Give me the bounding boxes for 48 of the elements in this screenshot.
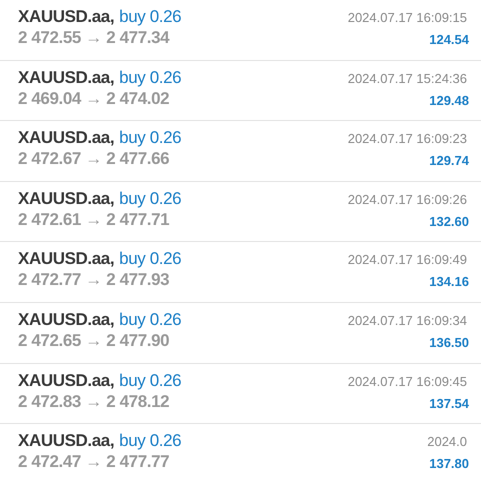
trade-time: 2024.07.17 16:09:49 <box>348 252 467 268</box>
order-label: buy 0.26 <box>119 370 182 391</box>
trade-time: 2024.07.17 16:09:45 <box>348 374 467 390</box>
trade-time: 2024.07.17 16:09:26 <box>348 192 467 208</box>
price-range: 2 472.47 → 2 477.77 <box>18 451 170 472</box>
symbol-label: XAUUSD.aa, <box>18 308 114 330</box>
symbol-label: XAUUSD.aa, <box>18 6 114 27</box>
profit-value: 132.60 <box>429 214 469 230</box>
price-range: 2 469.04 → 2 474.02 <box>18 88 170 109</box>
trade-row[interactable]: XAUUSD.aa, buy 0.26 2 472.55 → 2 477.34 2024.07.17 16:09:15 124.54 <box>0 0 481 61</box>
trade-row[interactable]: XAUUSD.aa, buy 0.26 2 472.83 → 2 478.12 2024.07.17 16:09:45 137.54 <box>0 364 481 424</box>
trade-time: 2024.0 <box>427 434 467 450</box>
profit-value: 134.16 <box>429 274 469 290</box>
trade-row[interactable]: XAUUSD.aa, buy 0.26 2 472.67 → 2 477.66 2024.07.17 16:09:23 129.74 <box>0 121 481 182</box>
profit-value: 124.54 <box>429 32 469 48</box>
profit-value: 137.54 <box>429 396 469 412</box>
symbol-label: XAUUSD.aa, <box>18 127 114 148</box>
profit-value: 136.50 <box>429 334 469 351</box>
symbol-label: XAUUSD.aa, <box>18 66 114 88</box>
order-label: buy 0.26 <box>119 6 182 27</box>
order-label: buy 0.26 <box>119 188 182 209</box>
trade-time: 2024.07.17 16:09:15 <box>348 10 467 26</box>
profit-value: 129.74 <box>429 153 469 170</box>
trade-time: 2024.07.17 16:09:23 <box>348 131 467 148</box>
trade-time: 2024.07.17 15:24:36 <box>348 70 467 87</box>
symbol-label: XAUUSD.aa, <box>18 430 114 452</box>
profit-value: 129.48 <box>429 92 469 109</box>
price-range: 2 472.61 → 2 477.71 <box>18 208 170 230</box>
price-range: 2 472.65 → 2 477.90 <box>18 330 170 351</box>
trade-row[interactable]: XAUUSD.aa, buy 0.26 2 472.47 → 2 477.77 2024.0 137.80 <box>0 424 481 481</box>
order-label: buy 0.26 <box>119 430 182 452</box>
symbol-label: XAUUSD.aa, <box>18 370 114 391</box>
symbol-label: XAUUSD.aa, <box>18 188 114 209</box>
trade-row[interactable]: XAUUSD.aa, buy 0.26 2 469.04 → 2 474.02 2024.07.17 15:24:36 129.48 <box>0 60 481 122</box>
profit-value: 137.80 <box>429 456 469 472</box>
order-label: buy 0.26 <box>119 308 182 330</box>
price-range: 2 472.55 → 2 477.34 <box>18 27 170 48</box>
trade-time: 2024.07.17 16:09:34 <box>348 312 467 329</box>
price-range: 2 472.83 → 2 478.12 <box>18 390 170 412</box>
trade-row[interactable]: XAUUSD.aa, buy 0.26 2 472.61 → 2 477.71 2024.07.17 16:09:26 132.60 <box>0 182 481 242</box>
price-range: 2 472.67 → 2 477.66 <box>18 148 170 170</box>
trade-row[interactable]: XAUUSD.aa, buy 0.26 2 472.65 → 2 477.90 2024.07.17 16:09:34 136.50 <box>0 302 481 364</box>
order-label: buy 0.26 <box>119 127 182 148</box>
price-range: 2 472.77 → 2 477.93 <box>18 269 170 290</box>
trade-row[interactable]: XAUUSD.aa, buy 0.26 2 472.77 → 2 477.93 2024.07.17 16:09:49 134.16 <box>0 242 481 303</box>
order-label: buy 0.26 <box>119 66 182 88</box>
symbol-label: XAUUSD.aa, <box>18 248 114 270</box>
order-label: buy 0.26 <box>119 248 182 270</box>
